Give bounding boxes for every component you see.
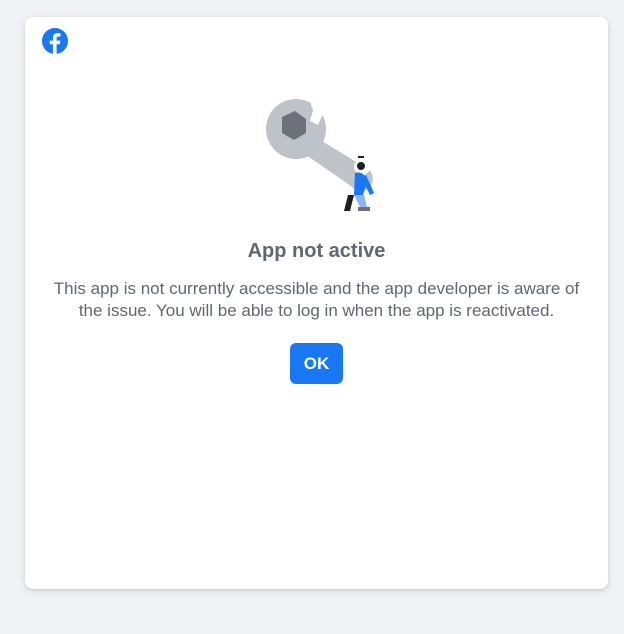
dialog-message: This app is not currently accessible and… bbox=[53, 279, 580, 320]
wrench-maintenance-illustration bbox=[258, 90, 378, 211]
dialog-card: App not active This app is not currently… bbox=[25, 17, 608, 589]
ok-button[interactable]: OK bbox=[290, 343, 343, 384]
dialog-title: App not active bbox=[247, 240, 386, 262]
facebook-logo-icon[interactable] bbox=[42, 28, 68, 54]
